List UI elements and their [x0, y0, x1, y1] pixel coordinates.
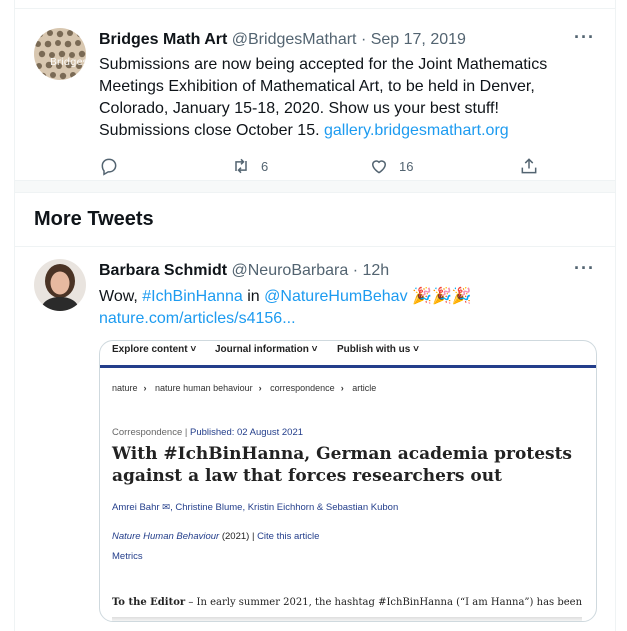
heart-icon: [371, 160, 387, 174]
section-divider: [15, 180, 615, 193]
link-preview-card[interactable]: Explore content ˅ Journal information ˅ …: [99, 340, 597, 622]
tweet-header: Barbara Schmidt @NeuroBarbara · 12h: [99, 261, 389, 281]
like-button[interactable]: 16: [369, 154, 413, 178]
crumb: article: [352, 383, 377, 393]
crumb: correspondence: [270, 383, 335, 393]
like-count: 16: [399, 158, 414, 174]
tweet-text-in: in: [247, 288, 260, 305]
tweet-header: Bridges Math Art @BridgesMathart · Sep 1…: [99, 30, 466, 50]
party-emoji: 🎉🎉🎉: [412, 288, 472, 305]
excerpt-text: – In early summer 2021, the hashtag #Ich…: [185, 597, 583, 608]
tweet-text: Submissions are now being accepted for t…: [99, 54, 599, 142]
article-title: With #IchBinHanna, German academia prote…: [112, 444, 573, 486]
nav-publish: Publish with us ˅: [337, 344, 419, 355]
share-button[interactable]: [519, 154, 539, 178]
article-authors: Amrei Bahr ✉, Christine Blume, Kristin E…: [112, 502, 399, 513]
tweet-text: Wow, #IchBinHanna in @NatureHumBehav 🎉🎉🎉…: [99, 286, 599, 330]
crumb: nature: [112, 383, 138, 393]
truncated-text: [112, 617, 582, 621]
display-name[interactable]: Barbara Schmidt: [99, 262, 227, 279]
crumb: nature human behaviour: [155, 383, 253, 393]
share-icon: [521, 158, 537, 174]
avatar-logo-text: Bridges: [50, 57, 86, 68]
card-nav: Explore content ˅ Journal information ˅ …: [100, 341, 596, 365]
reply-icon: [101, 158, 117, 176]
article-type: Correspondence: [112, 427, 183, 438]
journal-year: (2021): [219, 531, 252, 542]
cite-link: Cite this article: [257, 531, 320, 542]
tweet-line: Submissions are now being accepted for t…: [99, 56, 548, 73]
tweet-actions: 6 16: [99, 154, 559, 178]
tweet-line: Submissions close October 15.: [99, 122, 320, 139]
mention-link[interactable]: @NatureHumBehav: [264, 288, 407, 305]
nav-underline: [100, 365, 596, 368]
avatar[interactable]: [34, 259, 86, 311]
breadcrumb: nature › nature human behaviour › correspo…: [112, 383, 377, 393]
article-excerpt: To the Editor – In early summer 2021, th…: [112, 597, 592, 608]
nav-explore: Explore content ˅: [112, 344, 197, 355]
nav-journal-info: Journal information ˅: [215, 344, 318, 355]
journal-name: Nature Human Behaviour: [112, 531, 220, 542]
tweet-link[interactable]: gallery.bridgesmathart.org: [324, 122, 509, 139]
reply-button[interactable]: [99, 154, 119, 178]
hashtag-link[interactable]: #IchBinHanna: [142, 288, 243, 305]
published-date: Published: 02 August 2021: [190, 427, 304, 438]
metrics-link: Metrics: [112, 551, 143, 562]
section-heading: More Tweets: [34, 208, 154, 230]
journal-line: Nature Human Behaviour (2021) | Cite thi…: [112, 531, 320, 542]
handle-date[interactable]: @BridgesMathart · Sep 17, 2019: [232, 31, 466, 48]
divider: [15, 246, 615, 247]
article-type-line: Correspondence | Published: 02 August 20…: [112, 427, 304, 438]
avatar[interactable]: Bridges: [34, 28, 86, 80]
timeline-column: Bridges Bridges Math Art @BridgesMathart…: [14, 0, 616, 631]
retweet-count: 6: [261, 158, 269, 174]
tweet-line: Colorado, January 15-18, 2020. Show us y…: [99, 100, 499, 117]
more-options-button[interactable]: ···: [574, 28, 595, 46]
tweet-text-prefix: Wow,: [99, 288, 138, 305]
retweet-icon: [235, 158, 247, 174]
tweet-bridges[interactable]: Bridges Bridges Math Art @BridgesMathart…: [15, 8, 615, 181]
more-options-button[interactable]: ···: [574, 259, 595, 277]
article-link[interactable]: nature.com/articles/s4156...: [99, 310, 296, 327]
handle-date[interactable]: @NeuroBarbara · 12h: [232, 262, 390, 279]
excerpt-label: To the Editor: [112, 597, 186, 608]
display-name[interactable]: Bridges Math Art: [99, 31, 227, 48]
retweet-button[interactable]: 6: [231, 154, 268, 178]
tweet-line: Meetings Exhibition of Mathematical Art,…: [99, 78, 535, 95]
